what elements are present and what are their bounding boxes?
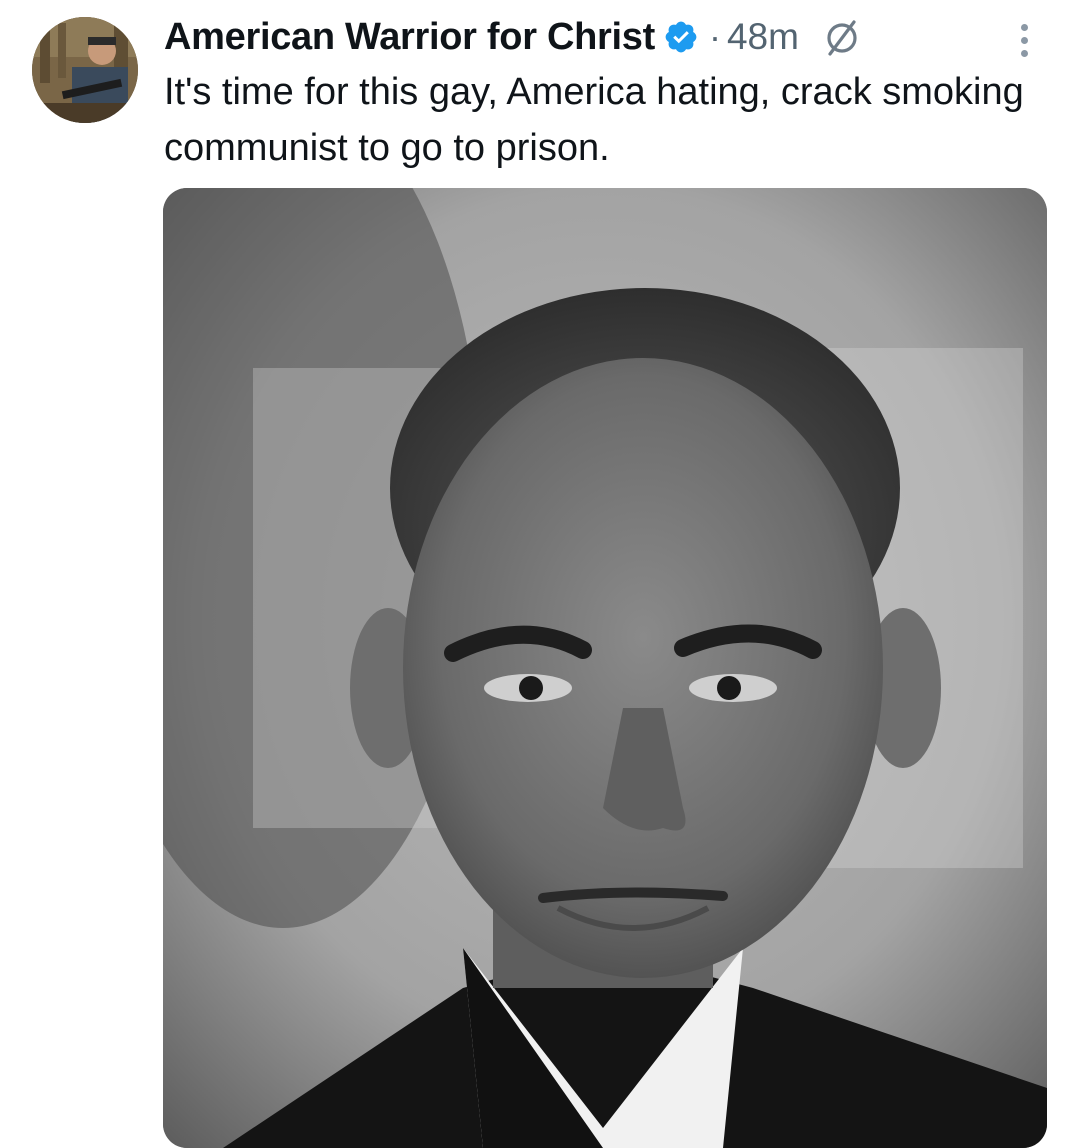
avatar[interactable] xyxy=(32,17,138,123)
tweet-text: It's time for this gay, America hating, … xyxy=(164,71,1024,169)
avatar-image xyxy=(32,17,138,123)
more-options-icon[interactable] xyxy=(1006,18,1042,62)
portrait-photo xyxy=(163,188,1047,1148)
tweet-header: American Warrior for Christ · 48m xyxy=(164,10,863,64)
author-display-name[interactable]: American Warrior for Christ xyxy=(164,16,655,59)
null-symbol-icon xyxy=(821,16,863,58)
tweet[interactable]: American Warrior for Christ · 48m It's t… xyxy=(0,0,1079,1148)
tweet-photo[interactable] xyxy=(163,188,1047,1148)
verified-badge-icon[interactable] xyxy=(663,19,699,55)
header-separator: · xyxy=(708,16,721,57)
tweet-timestamp[interactable]: 48m xyxy=(727,16,799,58)
